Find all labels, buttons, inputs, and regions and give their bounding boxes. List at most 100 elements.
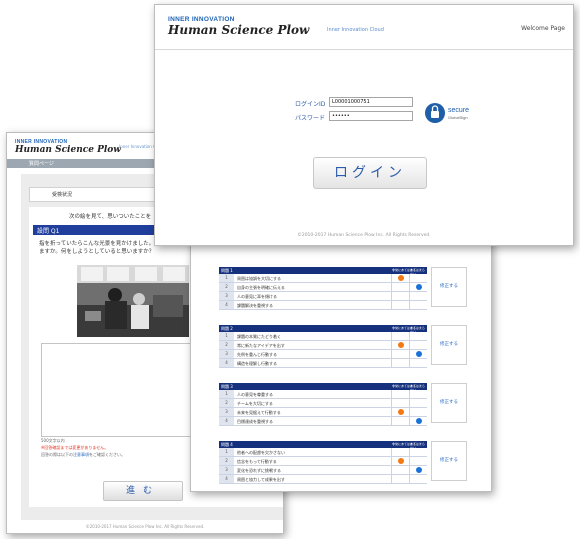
char-count: 500文字以内 — [41, 438, 65, 443]
question-group-header: 問題 1非常にあてはまるあてはまらない — [219, 267, 427, 276]
answer-row: 1 人の意見を尊重する — [219, 390, 427, 399]
row-number: 4 — [219, 475, 234, 483]
selected-answer-dot — [416, 284, 422, 290]
question-group-header: 問題 4非常にあてはまるあてはまらない — [219, 441, 427, 450]
answer-cell-yes — [391, 399, 410, 407]
welcome-page-link[interactable]: Welcome Page — [521, 25, 565, 32]
answer-cell-yes — [391, 475, 410, 483]
answer-row: 3 変化を恐れずに挑戦する — [219, 466, 427, 475]
row-number: 2 — [219, 341, 234, 349]
footer-copyright: ©2010-2017 Human Science Plow Inc. All R… — [297, 233, 431, 238]
answer-cell-yes — [391, 301, 410, 309]
warning-text: ※回答確認までは変更がありません。 — [41, 445, 109, 450]
brand-line2: Human Science Plow — [15, 145, 122, 155]
brand-logo: INNER INNOVATION Human Science Plow — [168, 16, 309, 37]
answer-cell-no — [409, 350, 428, 358]
row-number: 3 — [219, 466, 234, 474]
answer-cell-no — [409, 359, 428, 367]
fix-answer-button[interactable]: 修正する — [431, 267, 467, 307]
row-number: 1 — [219, 390, 234, 398]
answer-row: 4 構造を理解し行動する — [219, 359, 427, 368]
answer-cell-no — [409, 301, 428, 309]
row-number: 1 — [219, 274, 234, 282]
row-statement: 未来を見据えて行動する — [237, 410, 281, 415]
answer-cell-yes — [391, 457, 410, 465]
row-statement: 目標達成を重視する — [237, 419, 273, 424]
answer-row: 3 未来を見据えて行動する — [219, 408, 427, 417]
answer-cell-yes — [391, 350, 410, 358]
answer-cell-no — [409, 466, 428, 474]
selected-answer-dot — [398, 458, 404, 464]
login-button[interactable]: ログイン — [313, 157, 427, 189]
secure-sub-label: GlobalSign — [448, 115, 468, 120]
answer-row: 4 目標達成を重視する — [219, 417, 427, 426]
row-number: 2 — [219, 283, 234, 291]
cloud-link[interactable]: Inner Innovation Cloud — [327, 27, 384, 33]
instruction-text: 次の絵を見て、思いついたことを — [69, 214, 152, 220]
question-label: 設問 Q1 — [37, 228, 60, 235]
workshop-photo — [77, 265, 189, 337]
answer-row: 3 先例を重んじ行動する — [219, 350, 427, 359]
note-line1: 回答の際は以下の — [41, 452, 73, 457]
row-number: 1 — [219, 332, 234, 340]
answer-cell-no — [409, 292, 428, 300]
row-number: 4 — [219, 417, 234, 425]
brand-line1: INNER INNOVATION — [168, 16, 235, 23]
row-statement: 変化を恐れずに挑戦する — [237, 468, 281, 473]
login-id-input[interactable]: L00001000751 — [329, 97, 413, 107]
question-group: 問題 4非常にあてはまるあてはまらない1他者への配慮を欠かさない2信念をもって行… — [219, 441, 467, 485]
login-window: INNER INNOVATION Human Science Plow Inne… — [154, 4, 574, 246]
fix-answer-button[interactable]: 修正する — [431, 441, 467, 481]
answer-row: 3 人の意見に耳を傾ける — [219, 292, 427, 301]
row-statement: 先例を重んじ行動する — [237, 352, 277, 357]
answer-cell-yes — [391, 408, 410, 416]
footer-copyright: ©2010-2017 Human Science Plow Inc. All R… — [85, 524, 205, 529]
status-label: 受検状況 — [52, 192, 73, 198]
row-number: 4 — [219, 359, 234, 367]
answer-row: 2 自身の主張を明確に伝える — [219, 283, 427, 292]
selected-answer-dot — [416, 467, 422, 473]
answer-cell-no — [409, 457, 428, 465]
brand-logo: INNER INNOVATION Human Science Plow — [15, 139, 121, 155]
answer-row: 1 他者への配慮を欠かさない — [219, 448, 427, 457]
fix-answer-button[interactable]: 修正する — [431, 325, 467, 365]
row-statement: 信念をもって行動する — [237, 459, 277, 464]
row-statement: 課題の本質にたどり着く — [237, 334, 281, 339]
answer-row: 4 課題解決を重視する — [219, 301, 427, 310]
answer-row: 4 周囲と協力して成果を出す — [219, 475, 427, 484]
question-group-label: 問題 1 — [221, 267, 233, 273]
answer-cell-no — [409, 448, 428, 456]
answer-row: 2 チームを大切にする — [219, 399, 427, 408]
answer-cell-yes — [391, 332, 410, 340]
selected-answer-dot — [398, 342, 404, 348]
row-statement: 課題解決を重視する — [237, 303, 273, 308]
question-group-label: 問題 4 — [221, 441, 233, 447]
row-number: 2 — [219, 399, 234, 407]
row-number: 4 — [219, 301, 234, 309]
answer-cell-no — [409, 341, 428, 349]
fix-answer-button[interactable]: 修正する — [431, 383, 467, 423]
selected-answer-dot — [416, 418, 422, 424]
answer-cell-no — [409, 408, 428, 416]
next-button[interactable]: 進む — [103, 481, 183, 501]
question-group: 問題 1非常にあてはまるあてはまらない1周囲は協調を大切にする2自身の主張を明確… — [219, 267, 467, 311]
selected-answer-dot — [416, 351, 422, 357]
answer-row: 1 課題の本質にたどり着く — [219, 332, 427, 341]
note-link[interactable]: 注意事項 — [73, 452, 89, 457]
answer-row: 2 常に新たなアイデアを出す — [219, 341, 427, 350]
answer-cell-no — [409, 283, 428, 291]
answer-cell-yes — [391, 390, 410, 398]
row-number: 3 — [219, 350, 234, 358]
answer-cell-yes — [391, 341, 410, 349]
answer-cell-yes — [391, 466, 410, 474]
row-statement: 人の意見に耳を傾ける — [237, 294, 277, 299]
row-statement: 他者への配慮を欠かさない — [237, 450, 285, 455]
question-group: 問題 2非常にあてはまるあてはまらない1課題の本質にたどり着く2常に新たなアイデ… — [219, 325, 467, 369]
secure-seal-icon: secure GlobalSign — [423, 97, 477, 129]
row-statement: チームを大切にする — [237, 401, 273, 406]
question-group: 問題 3非常にあてはまるあてはまらない1人の意見を尊重する2チームを大切にする3… — [219, 383, 467, 427]
answer-cell-yes — [391, 417, 410, 425]
question-group-header: 問題 3非常にあてはまるあてはまらない — [219, 383, 427, 392]
secure-label: secure — [448, 107, 469, 114]
password-input[interactable]: •••••• — [329, 111, 413, 121]
